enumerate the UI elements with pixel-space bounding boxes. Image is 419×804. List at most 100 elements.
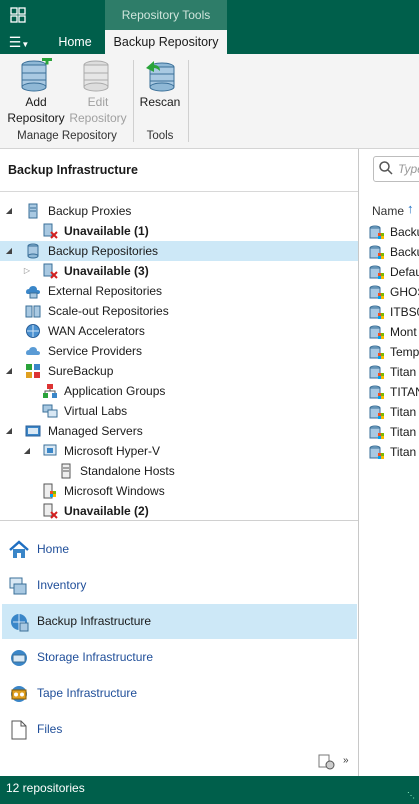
expanded-arrow-icon[interactable]: ◢	[4, 421, 14, 441]
nav-backup-infrastructure[interactable]: Backup Infrastructure	[2, 604, 357, 639]
search-icon	[379, 161, 393, 175]
nav-home[interactable]: Home	[2, 532, 357, 567]
tree-item-unavailable-proxies[interactable]: Unavailable (1)	[0, 221, 358, 241]
tree-item-surebackup[interactable]: ◢ SureBackup	[0, 361, 358, 381]
hyper-v-icon	[43, 444, 57, 456]
repository-name: TITAN	[390, 385, 419, 399]
repository-name: Backu	[390, 225, 419, 239]
configure-buttons-icon[interactable]	[318, 754, 336, 770]
backup-infrastructure-icon	[11, 614, 29, 632]
repository-name: Titan	[390, 365, 417, 379]
tree-item-application-groups[interactable]: Application Groups	[0, 381, 358, 401]
edit-repository-label-2: Repository	[69, 111, 127, 125]
veeam-app-icon[interactable]	[10, 7, 26, 23]
status-bar: 12 repositories ⋱	[0, 776, 419, 804]
scale-out-repository-icon	[25, 305, 41, 318]
tree-item-scale-out-repositories[interactable]: Scale-out Repositories	[0, 301, 358, 321]
nav-label: Inventory	[37, 578, 87, 592]
tree-item-label: Unavailable (3)	[64, 264, 149, 278]
repository-name: Titan	[390, 405, 417, 419]
repository-name: GHOS	[390, 285, 419, 299]
chevron-down-icon: ▼	[21, 40, 30, 49]
divider	[0, 520, 358, 521]
tree-item-label: WAN Accelerators	[48, 324, 145, 338]
repository-row-icon	[369, 345, 384, 359]
expanded-arrow-icon[interactable]: ◢	[4, 361, 14, 381]
tree-item-label: Microsoft Windows	[64, 484, 165, 498]
proxy-server-icon	[28, 203, 38, 219]
storage-infrastructure-icon	[11, 650, 27, 666]
rescan-button[interactable]: Rescan	[130, 58, 190, 110]
application-group-icon	[43, 384, 57, 398]
home-icon	[9, 540, 29, 558]
chevron-double-down-icon[interactable]: »	[343, 755, 349, 766]
tree-item-label: Unavailable (1)	[64, 224, 149, 238]
tree-item-managed-servers[interactable]: ◢ Managed Servers	[0, 421, 358, 441]
sort-ascending-icon: ↑	[407, 201, 414, 216]
nav-label: Tape Infrastructure	[37, 686, 138, 700]
tree-item-label: Backup Repositories	[48, 244, 159, 258]
nav-inventory[interactable]: Inventory	[2, 568, 357, 603]
tree-item-label: Backup Proxies	[48, 204, 132, 218]
tab-backup-repository[interactable]: Backup Repository	[105, 30, 227, 54]
tree-item-label: Microsoft Hyper-V	[64, 444, 161, 458]
managed-servers-icon	[25, 425, 41, 437]
repository-name: Titan	[390, 445, 417, 459]
inventory-icon	[9, 577, 27, 595]
expanded-arrow-icon[interactable]: ◢	[4, 241, 14, 261]
ribbon-tab-bar: ☰▼ Home Backup Repository	[0, 30, 419, 54]
tools-group-label: Tools	[146, 130, 174, 142]
repository-row-icon	[369, 425, 384, 439]
add-repository-label-1: Add	[25, 95, 47, 109]
tree-item-label: Scale-out Repositories	[48, 304, 169, 318]
ribbon-separator	[188, 60, 189, 142]
tree-item-backup-repositories[interactable]: ◢ Backup Repositories	[0, 241, 358, 261]
tree-item-microsoft-hyper-v[interactable]: ◢ Microsoft Hyper-V	[0, 441, 358, 461]
tree-item-label: Service Providers	[48, 344, 143, 358]
tree-item-external-repositories[interactable]: External Repositories	[0, 281, 358, 301]
rescan-label: Rescan	[139, 95, 181, 109]
repository-list-pane: Type Name ↑ Backu Backu Defau GHOS ITBS0 Mont…	[359, 154, 419, 776]
tree-item-wan-accelerators[interactable]: WAN Accelerators	[0, 321, 358, 341]
status-text: 12 repositories	[6, 781, 85, 795]
rescan-icon	[146, 61, 175, 92]
tree-item-standalone-hosts[interactable]: Standalone Hosts	[0, 461, 358, 481]
column-header-name[interactable]: Name	[372, 204, 404, 218]
repository-row-icon	[369, 285, 384, 299]
tree-item-unavailable-servers[interactable]: Unavailable (2)	[0, 501, 358, 521]
windows-server-icon	[43, 483, 56, 499]
edit-repository-button[interactable]: Edit Repository	[68, 58, 128, 126]
navigation-pane: Backup Infrastructure ◢ Backup Proxies U…	[0, 149, 359, 776]
collapsed-arrow-icon[interactable]: ▷	[22, 261, 32, 281]
main-menu-button[interactable]: ☰▼	[4, 33, 34, 51]
virtual-lab-icon	[42, 404, 58, 418]
repository-row-icon	[369, 445, 384, 459]
repository-name: Backu	[390, 245, 419, 259]
service-provider-icon	[26, 347, 40, 355]
nav-label: Backup Infrastructure	[37, 614, 152, 628]
add-repository-button[interactable]: Add Repository	[6, 58, 66, 126]
repository-row-icon	[369, 365, 384, 379]
tree-item-virtual-labs[interactable]: Virtual Labs	[0, 401, 358, 421]
tree-item-service-providers[interactable]: Service Providers	[0, 341, 358, 361]
tree-item-label: SureBackup	[48, 364, 114, 378]
title-bar: Repository Tools	[0, 0, 419, 30]
divider	[0, 191, 358, 192]
tab-home[interactable]: Home	[46, 30, 104, 54]
tree-item-label: Application Groups	[64, 384, 166, 398]
search-input[interactable]: Type	[373, 156, 419, 182]
nav-files[interactable]: Files	[2, 712, 357, 747]
tree-item-label: Virtual Labs	[64, 404, 128, 418]
tree-item-unavailable-repositories[interactable]: ▷ Unavailable (3)	[0, 261, 358, 281]
expanded-arrow-icon[interactable]: ◢	[22, 441, 32, 461]
nav-tape-infrastructure[interactable]: Tape Infrastructure	[2, 676, 357, 711]
tree-item-backup-proxies[interactable]: ◢ Backup Proxies	[0, 201, 358, 221]
nav-storage-infrastructure[interactable]: Storage Infrastructure	[2, 640, 357, 675]
tree-item-microsoft-windows[interactable]: Microsoft Windows	[0, 481, 358, 501]
resize-grip-icon[interactable]: ⋱	[407, 791, 415, 800]
wan-accelerator-icon	[26, 324, 40, 338]
repository-name: Mont	[390, 325, 417, 339]
repository-tools-context-header: Repository Tools	[105, 0, 227, 30]
unavailable-server-icon	[43, 223, 58, 239]
expanded-arrow-icon[interactable]: ◢	[4, 201, 14, 221]
